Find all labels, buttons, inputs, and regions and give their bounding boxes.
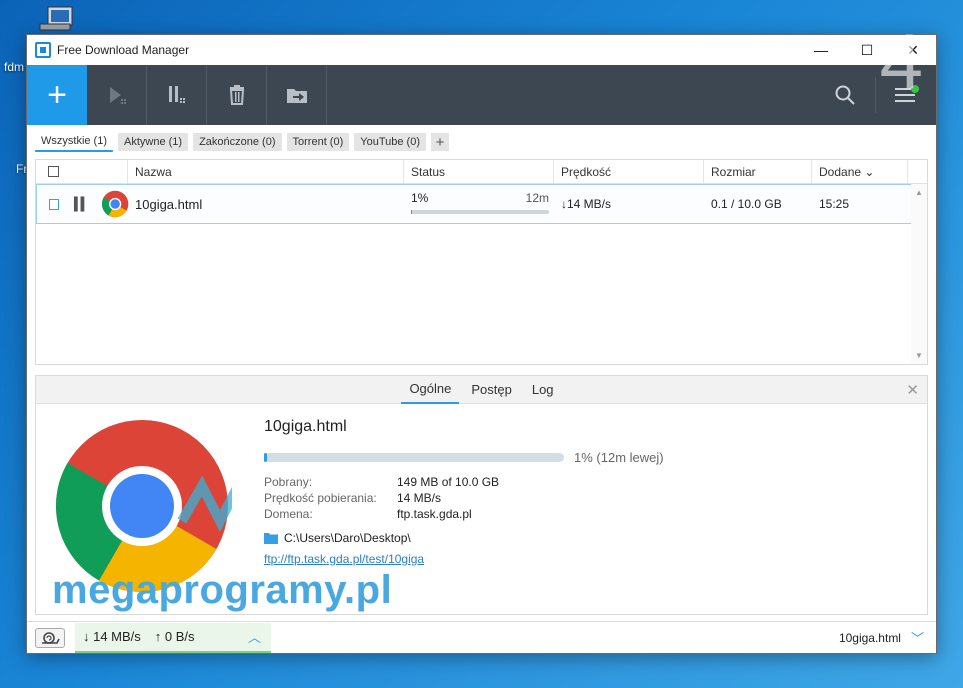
delete-button[interactable] <box>207 65 267 125</box>
column-speed[interactable]: Prędkość <box>554 160 704 183</box>
column-size[interactable]: Rozmiar <box>704 160 812 183</box>
row-progress-percent: 1% <box>411 191 429 205</box>
status-bar: ↓ 14 MB/s ↑ 0 B/s ︿ 10giga.html ﹀ <box>27 621 936 653</box>
start-button[interactable] <box>87 65 147 125</box>
row-checkbox[interactable] <box>49 198 60 210</box>
filter-all[interactable]: Wszystkie (1) <box>35 132 113 152</box>
pause-button[interactable] <box>147 65 207 125</box>
source-url-link[interactable]: ftp://ftp.task.gda.pl/test/10giga <box>264 552 424 566</box>
folder-icon <box>264 533 278 544</box>
domain-value: ftp.task.gda.pl <box>397 507 472 521</box>
download-speed-value: 14 MB/s <box>397 491 442 505</box>
row-status: 1% 12m <box>405 185 555 223</box>
details-progress-text: 1% (12m lewej) <box>574 450 664 465</box>
row-filename: 10giga.html <box>135 196 203 212</box>
play-icon <box>109 87 126 104</box>
search-icon <box>835 85 855 105</box>
details-field-values: 149 MB of 10.0 GB 14 MB/s ftp.task.gda.p… <box>397 474 499 522</box>
add-download-button[interactable]: + <box>27 65 87 125</box>
download-list: Nazwa Status Prędkość Rozmiar Dodane ⌄ 1… <box>35 159 928 365</box>
maximize-button[interactable]: ☐ <box>844 35 890 65</box>
row-time-left: 12m <box>525 191 549 205</box>
speed-limit-button[interactable] <box>35 627 65 648</box>
trash-icon <box>229 85 244 105</box>
upload-speed-total: ↑ 0 B/s <box>154 629 195 644</box>
details-progress-fill <box>264 453 267 462</box>
column-name[interactable]: Nazwa <box>128 160 404 183</box>
desktop-fdm-icon[interactable] <box>34 6 78 32</box>
pause-icon <box>168 86 185 103</box>
desktop-icon-label: fdm <box>4 60 25 74</box>
row-progress-bar <box>411 210 549 214</box>
title-bar: Free Download Manager — ☐ ✕ <box>27 35 936 65</box>
minimize-button[interactable]: — <box>798 35 844 65</box>
hamburger-menu-icon <box>895 85 919 102</box>
scroll-up-icon[interactable]: ▲ <box>915 188 923 197</box>
downloaded-label: Pobrany: <box>264 475 313 489</box>
speed-summary[interactable]: ↓ 14 MB/s ↑ 0 B/s ︿ <box>75 622 271 653</box>
chrome-file-icon <box>101 190 129 218</box>
add-filter-button[interactable]: + <box>431 133 449 151</box>
column-added[interactable]: Dodane ⌄ <box>812 160 908 183</box>
downloaded-value: 149 MB of 10.0 GB <box>397 475 500 489</box>
filter-completed[interactable]: Zakończone (0) <box>193 133 282 151</box>
tab-progress[interactable]: Postęp <box>463 376 519 403</box>
row-size: 0.1 / 10.0 GB <box>711 197 782 211</box>
select-all-checkbox[interactable] <box>48 166 59 177</box>
move-folder-icon <box>286 89 307 103</box>
details-tabs: Ogólne Postęp Log ✕ <box>36 376 927 404</box>
move-button[interactable] <box>267 65 327 125</box>
current-file-indicator[interactable]: 10giga.html ﹀ <box>839 628 924 647</box>
app-window: Free Download Manager — ☐ ✕ + Wszystkie … <box>26 34 937 654</box>
chevron-up-icon[interactable]: ︿ <box>248 627 261 646</box>
close-details-icon[interactable]: ✕ <box>906 381 919 399</box>
app-logo-icon <box>35 42 51 58</box>
watermark-text: megaprogramy.pl <box>52 568 393 612</box>
chevron-down-icon[interactable]: ﹀ <box>911 628 924 647</box>
row-progress-fill <box>411 210 413 214</box>
filter-torrent[interactable]: Torrent (0) <box>286 133 350 151</box>
pause-row-icon[interactable] <box>73 195 86 213</box>
list-scrollbar[interactable]: ▲ ▼ <box>911 184 927 364</box>
table-row[interactable]: 10giga.html 1% 12m ↓14 MB/s 0.1 / 10.0 G… <box>36 184 912 224</box>
row-speed: ↓14 MB/s <box>561 197 612 211</box>
details-progress-bar <box>264 453 564 462</box>
filter-active[interactable]: Aktywne (1) <box>118 133 189 151</box>
row-added: 15:25 <box>819 197 850 211</box>
scroll-down-icon[interactable]: ▼ <box>915 351 923 360</box>
folder-row[interactable]: C:\Users\Daro\Desktop\ <box>264 531 411 545</box>
download-speed-label: Prędkość pobierania: <box>264 491 377 505</box>
domain-label: Domena: <box>264 507 313 521</box>
download-speed-total: ↓ 14 MB/s <box>83 629 141 644</box>
tab-general[interactable]: Ogólne <box>401 375 460 404</box>
snail-icon <box>42 631 60 644</box>
tab-log[interactable]: Log <box>524 376 562 403</box>
filter-youtube[interactable]: YouTube (0) <box>354 133 426 151</box>
details-filename: 10giga.html <box>264 418 347 435</box>
search-button[interactable] <box>815 65 875 125</box>
details-field-labels: Pobrany: Prędkość pobierania: Domena: <box>264 474 377 522</box>
close-button[interactable]: ✕ <box>890 35 936 65</box>
menu-button[interactable] <box>876 65 936 125</box>
window-title: Free Download Manager <box>57 43 190 57</box>
table-header: Nazwa Status Prędkość Rozmiar Dodane ⌄ <box>36 160 927 184</box>
select-all-cell <box>36 160 128 183</box>
toolbar: + <box>27 65 936 125</box>
folder-path[interactable]: C:\Users\Daro\Desktop\ <box>284 531 411 545</box>
current-file-name: 10giga.html <box>838 630 901 645</box>
filter-bar: Wszystkie (1) Aktywne (1) Zakończone (0)… <box>27 125 936 159</box>
column-status[interactable]: Status <box>404 160 554 183</box>
